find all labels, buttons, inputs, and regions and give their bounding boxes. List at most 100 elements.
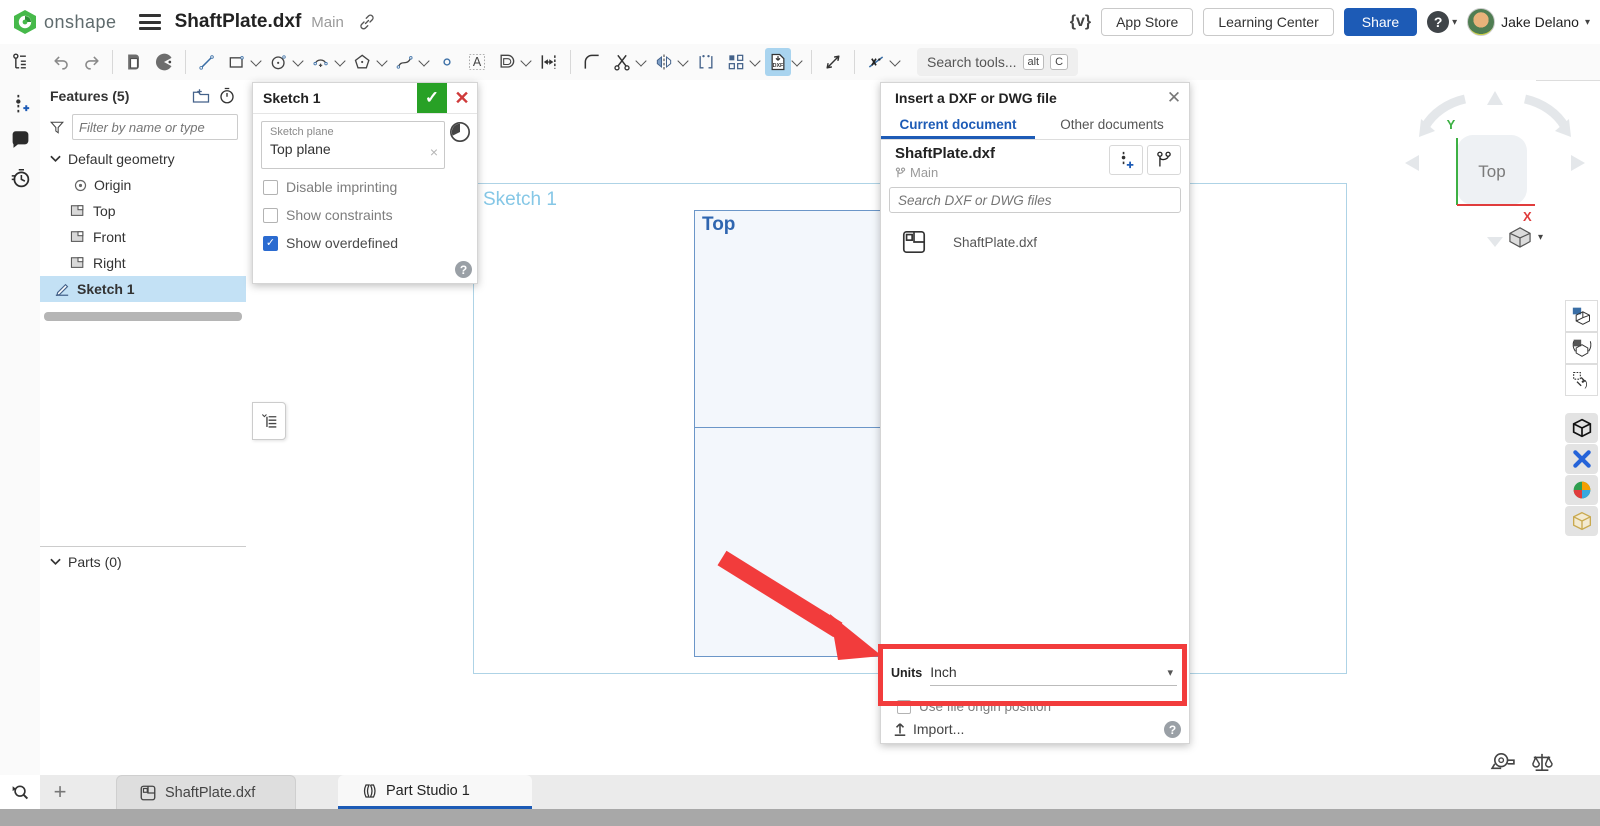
app-x-button[interactable] (1565, 444, 1598, 474)
tree-item-front[interactable]: Front (40, 224, 246, 250)
user-menu[interactable]: Jake Delano ▾ (1467, 8, 1590, 36)
linear-pattern-icon[interactable] (693, 48, 719, 76)
insert-dxf-dropdown-icon[interactable] (791, 55, 802, 66)
text-tool-icon[interactable]: A (464, 48, 490, 76)
features-filter-input[interactable] (72, 114, 238, 140)
main-menu-icon[interactable] (139, 14, 161, 30)
arc-tool-icon[interactable] (308, 48, 334, 76)
dxf-file-item[interactable]: ShaftPlate.dxf (901, 229, 1037, 255)
feature-tree-collapse-tab[interactable] (252, 402, 286, 440)
named-views-button[interactable]: ) (1565, 364, 1598, 396)
arc-dropdown-icon[interactable] (334, 55, 345, 66)
fillet-tool-icon[interactable] (579, 48, 605, 76)
rotate-down-arrow[interactable] (1487, 237, 1503, 247)
tree-item-top[interactable]: Top (40, 198, 246, 224)
measure-icon[interactable] (820, 48, 846, 76)
offset-dropdown-icon[interactable] (520, 55, 531, 66)
polygon-dropdown-icon[interactable] (376, 55, 387, 66)
mirror-tool-icon[interactable] (651, 48, 677, 76)
share-link-icon[interactable] (358, 13, 376, 31)
mirror-dropdown-icon[interactable] (677, 55, 688, 66)
close-icon[interactable]: ✕ (1159, 83, 1189, 113)
app-color-wheel-button[interactable] (1565, 475, 1598, 505)
offset-tool-icon[interactable] (494, 48, 520, 76)
construction-icon[interactable] (863, 48, 889, 76)
tab-shaftplate-dxf[interactable]: ShaftPlate.dxf (116, 775, 296, 809)
checkbox-checked[interactable]: ✓ (263, 236, 278, 251)
workspace-name[interactable]: Main (311, 14, 344, 31)
default-geometry-row[interactable]: Default geometry (40, 146, 246, 172)
trim-dropdown-icon[interactable] (635, 55, 646, 66)
add-folder-icon[interactable] (188, 84, 214, 108)
section-view-button[interactable] (1565, 332, 1598, 364)
feature-script-icon[interactable]: {v} (1070, 13, 1091, 31)
comments-icon[interactable] (0, 122, 40, 158)
circular-pattern-icon[interactable] (723, 48, 749, 76)
history-icon[interactable] (0, 160, 40, 196)
dxf-search-input[interactable] (889, 187, 1181, 213)
checkbox-unchecked[interactable] (897, 700, 911, 714)
tape-measure-icon[interactable] (1490, 752, 1516, 772)
import-button[interactable]: Import... (893, 721, 964, 737)
rectangle-tool-icon[interactable] (224, 48, 250, 76)
dimension-tool-icon[interactable] (536, 48, 562, 76)
redo-icon[interactable] (78, 48, 104, 76)
share-button[interactable]: Share (1344, 8, 1417, 36)
trim-tool-icon[interactable] (609, 48, 635, 76)
help-icon[interactable]: ? (1427, 11, 1449, 33)
user-avatar[interactable] (1467, 8, 1495, 36)
spline-tool-icon[interactable] (392, 48, 418, 76)
suppress-clock-icon[interactable] (449, 121, 471, 143)
insert-feature-icon[interactable] (0, 86, 40, 122)
app-cad-cube-button[interactable] (1565, 506, 1598, 536)
checkbox-unchecked[interactable] (263, 208, 278, 223)
view-mode-menu[interactable]: ▾ (1508, 226, 1543, 248)
tree-item-origin[interactable]: Origin (40, 172, 246, 198)
use-file-origin-option[interactable]: Use file origin position (897, 699, 1051, 714)
polygon-tool-icon[interactable] (350, 48, 376, 76)
tab-other-documents[interactable]: Other documents (1035, 113, 1189, 139)
help-menu[interactable]: ? ▾ (1427, 11, 1457, 33)
dialog-help-icon[interactable]: ? (455, 261, 472, 278)
onshape-logo-icon[interactable] (12, 9, 38, 35)
insert-dxf-icon[interactable]: DXF (765, 48, 791, 76)
tab-search-button[interactable] (0, 775, 40, 809)
rotate-up-arrow[interactable] (1487, 91, 1503, 105)
show-overdefined-option[interactable]: ✓ Show overdefined (263, 235, 398, 251)
pattern-dropdown-icon[interactable] (749, 55, 760, 66)
use-project-icon[interactable] (151, 48, 177, 76)
filter-icon[interactable] (50, 120, 64, 135)
units-dropdown[interactable]: Inch ▾ (930, 659, 1177, 686)
point-tool-icon[interactable] (434, 48, 460, 76)
app-cube-button[interactable] (1565, 413, 1598, 443)
features-scrollbar[interactable] (44, 312, 242, 321)
rectangle-dropdown-icon[interactable] (250, 55, 261, 66)
app-store-button[interactable]: App Store (1101, 8, 1193, 36)
disable-imprinting-option[interactable]: Disable imprinting (263, 179, 397, 195)
show-constraints-option[interactable]: Show constraints (263, 207, 393, 223)
parts-header-row[interactable]: Parts (0) (40, 547, 246, 577)
undo-icon[interactable] (48, 48, 74, 76)
tree-item-sketch1[interactable]: Sketch 1 (40, 276, 246, 302)
rotate-right-arrow[interactable] (1571, 155, 1585, 171)
clear-selection-icon[interactable]: × (430, 144, 438, 160)
construction-dropdown-icon[interactable] (889, 55, 900, 66)
mass-properties-icon[interactable] (1530, 752, 1554, 772)
circle-dropdown-icon[interactable] (292, 55, 303, 66)
line-tool-icon[interactable] (194, 48, 220, 76)
feature-list-toggle[interactable] (0, 44, 41, 81)
circle-tool-icon[interactable] (266, 48, 292, 76)
add-tab-button[interactable]: + (40, 775, 80, 809)
tree-item-right[interactable]: Right (40, 250, 246, 276)
rotate-left-arrow[interactable] (1405, 155, 1419, 171)
version-graph-button[interactable] (1147, 145, 1181, 175)
learning-center-button[interactable]: Learning Center (1203, 8, 1333, 36)
spline-dropdown-icon[interactable] (418, 55, 429, 66)
tab-current-document[interactable]: Current document (881, 113, 1035, 139)
sketch-plane-field[interactable]: Sketch plane Top plane × (261, 121, 445, 169)
tab-part-studio-1[interactable]: Part Studio 1 (338, 775, 532, 809)
cancel-button[interactable]: ✕ (447, 83, 477, 113)
view-cube[interactable]: Top Y X (1395, 85, 1595, 260)
paste-sketch-icon[interactable] (121, 48, 147, 76)
rollback-timer-icon[interactable] (214, 84, 240, 108)
